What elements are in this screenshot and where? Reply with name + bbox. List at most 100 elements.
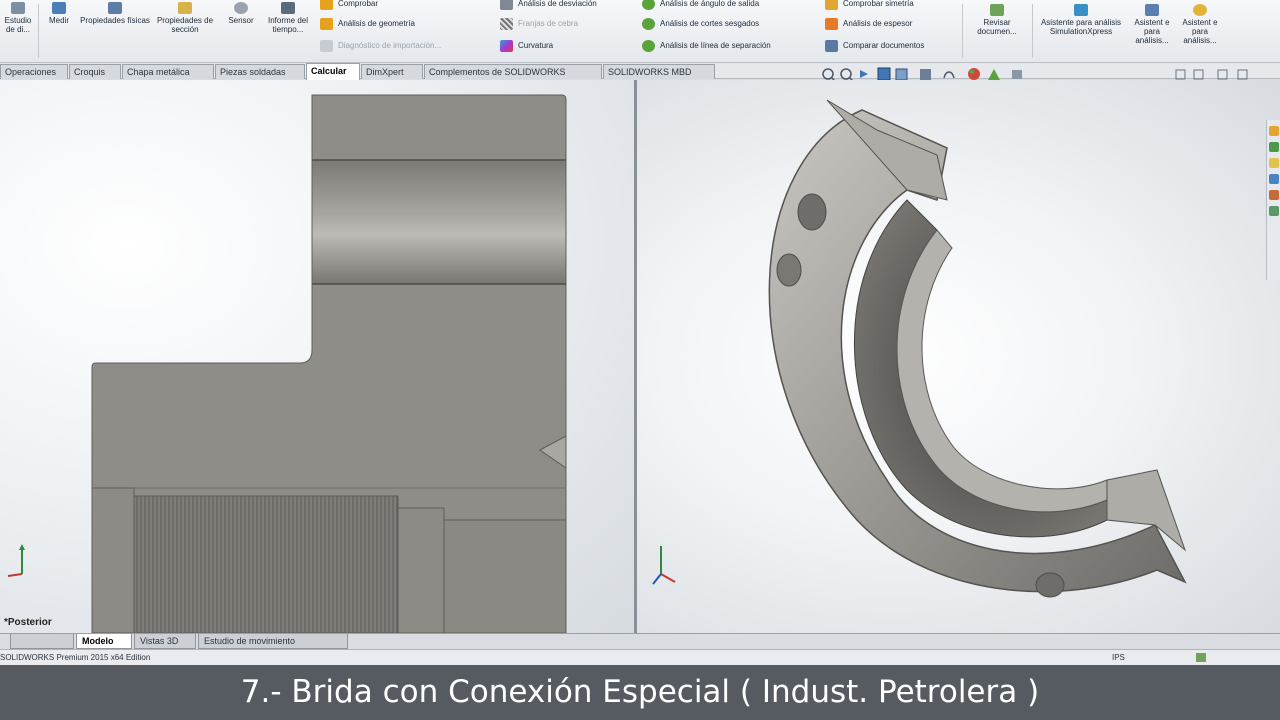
view-orientation-icon[interactable] — [895, 68, 908, 81]
tab-blank[interactable] — [10, 634, 74, 649]
view-settings-icon[interactable] — [1012, 70, 1022, 79]
geometry-analysis-button[interactable]: Análisis de geometría — [318, 16, 415, 32]
custom-properties-icon[interactable] — [1269, 206, 1279, 216]
design-study-label: Estudio de di... — [4, 16, 32, 34]
sensor-button[interactable]: Sensor — [222, 2, 260, 25]
task-pane-tabs — [1266, 120, 1280, 280]
section-properties-button[interactable]: Propiedades de sección — [152, 2, 218, 34]
performance-report-label: Informe del tiempo... — [267, 16, 309, 34]
tab-piezas-soldadas[interactable]: Piezas soldadas — [215, 64, 305, 79]
import-diagnostics-label: Diagnóstico de importación... — [338, 41, 442, 50]
tab-complementos-solidworks[interactable]: Complementos de SOLIDWORKS — [424, 64, 602, 79]
symmetry-icon — [825, 0, 838, 10]
mass-properties-button[interactable]: Propiedades físicas — [80, 2, 150, 25]
import-diagnostics-icon — [320, 40, 333, 52]
check-symmetry-button[interactable]: Comprobar simetría — [823, 0, 914, 12]
single-view-icon[interactable] — [1175, 69, 1186, 80]
mass-properties-label: Propiedades físicas — [80, 16, 150, 25]
design-library-icon[interactable] — [1269, 142, 1279, 152]
tab-solidworks-mbd[interactable]: SOLIDWORKS MBD — [603, 64, 715, 79]
compare-documents-button[interactable]: Comparar documentos — [823, 38, 924, 54]
zebra-stripes-icon — [500, 18, 513, 30]
parting-line-button[interactable]: Análisis de línea de separación — [640, 38, 771, 54]
thickness-icon — [825, 18, 838, 30]
parting-line-label: Análisis de línea de separación — [660, 41, 771, 50]
right-graphics-viewport[interactable] — [637, 80, 1280, 633]
dfmxpress-label: Asistent e para análisis... — [1182, 18, 1218, 45]
two-view-icon[interactable] — [1193, 69, 1204, 80]
undercut-analysis-label: Análisis de cortes sesgados — [660, 19, 760, 28]
status-bar: SOLIDWORKS Premium 2015 x64 Edition IPS — [0, 649, 1280, 665]
maximize-icon[interactable] — [1237, 69, 1248, 80]
thickness-analysis-button[interactable]: Análisis de espesor — [823, 16, 912, 32]
section-properties-label: Propiedades de sección — [156, 16, 214, 34]
design-study-button[interactable]: Estudio de di... — [0, 2, 36, 34]
resources-icon[interactable] — [1269, 126, 1279, 136]
tab-modelo[interactable]: Modelo — [76, 634, 132, 649]
dfmxpress-button[interactable]: Asistent e para análisis... — [1178, 4, 1222, 45]
deviation-icon — [500, 0, 513, 10]
apply-scene-icon[interactable] — [988, 69, 1000, 80]
check-label: Comprobar — [338, 0, 379, 8]
review-document-label: Revisar documen... — [977, 18, 1017, 36]
appearances-icon[interactable] — [1269, 190, 1279, 200]
tab-chapa-metalica[interactable]: Chapa metálica — [122, 64, 214, 79]
import-diagnostics-button[interactable]: Diagnóstico de importación... — [318, 38, 441, 54]
geometry-analysis-icon — [320, 18, 333, 30]
tab-calcular[interactable]: Calcular — [306, 63, 360, 80]
compare-icon — [825, 40, 838, 52]
tab-vistas-3d[interactable]: Vistas 3D — [134, 634, 196, 649]
measure-label: Medir — [48, 16, 69, 25]
check-button[interactable]: Comprobar — [318, 0, 378, 12]
deviation-analysis-label: Análisis de desviación — [518, 0, 597, 8]
zebra-stripes-button[interactable]: Franjas de cebra — [498, 16, 578, 32]
tab-estudio-movimiento[interactable]: Estudio de movimiento — [198, 634, 348, 649]
review-document-button[interactable]: Revisar documen... — [966, 4, 1028, 36]
dfmxpress-icon — [1193, 4, 1207, 16]
units-indicator[interactable]: IPS — [1112, 650, 1125, 665]
section-properties-icon — [178, 2, 192, 14]
viewport-window-controls — [1175, 69, 1248, 80]
flange-ring-part[interactable] — [768, 99, 1187, 598]
undercut-icon — [642, 18, 655, 30]
sensor-icon — [234, 2, 248, 14]
draft-analysis-button[interactable]: Análisis de ángulo de salida — [640, 0, 759, 12]
sensor-label: Sensor — [228, 16, 254, 25]
tab-dimxpert[interactable]: DimXpert — [361, 64, 423, 79]
ribbon-separator — [1032, 4, 1033, 58]
hide-show-items-icon[interactable] — [943, 71, 955, 79]
mass-properties-icon — [108, 2, 122, 14]
zebra-stripes-label: Franjas de cebra — [518, 19, 579, 28]
floxpress-button[interactable]: Asistent e para análisis... — [1130, 4, 1174, 45]
check-symmetry-label: Comprobar simetría — [843, 0, 914, 8]
parting-line-icon — [642, 40, 655, 52]
restore-icon[interactable] — [1217, 69, 1228, 80]
measure-button[interactable]: Medir — [42, 2, 76, 25]
tab-operaciones[interactable]: Operaciones — [0, 64, 68, 79]
view-palette-icon[interactable] — [1269, 174, 1279, 184]
edit-appearance-icon[interactable] — [968, 68, 980, 80]
simulationxpress-button[interactable]: Asistente para análisis SimulationXpress — [1036, 4, 1126, 36]
curvature-button[interactable]: Curvatura — [498, 38, 553, 54]
display-style-icon[interactable] — [920, 69, 931, 80]
left-graphics-viewport[interactable]: *Posterior — [0, 80, 634, 633]
deviation-analysis-button[interactable]: Análisis de desviación — [498, 0, 597, 12]
rebuild-icon[interactable] — [1196, 653, 1206, 662]
file-explorer-icon[interactable] — [1269, 158, 1279, 168]
triad-axes-icon — [652, 546, 676, 585]
previous-view-icon[interactable] — [860, 70, 868, 78]
flange-part-body[interactable] — [91, 94, 567, 633]
edition-text: SOLIDWORKS Premium 2015 x64 Edition — [0, 653, 151, 662]
ribbon-separator — [962, 4, 963, 58]
section-view-icon[interactable] — [877, 67, 891, 81]
model-tabs-bar: Modelo Vistas 3D Estudio de movimiento — [0, 633, 1280, 649]
performance-report-button[interactable]: Informe del tiempo... — [264, 2, 312, 34]
measure-icon — [52, 2, 66, 14]
tab-croquis[interactable]: Croquis — [69, 64, 121, 79]
curvature-icon — [500, 40, 513, 52]
undercut-analysis-button[interactable]: Análisis de cortes sesgados — [640, 16, 759, 32]
view-name-label: *Posterior — [4, 617, 52, 628]
check-icon — [320, 0, 333, 10]
floxpress-icon — [1145, 4, 1159, 16]
command-manager-ribbon: Estudio de di... Medir Propiedades físic… — [0, 0, 1280, 63]
